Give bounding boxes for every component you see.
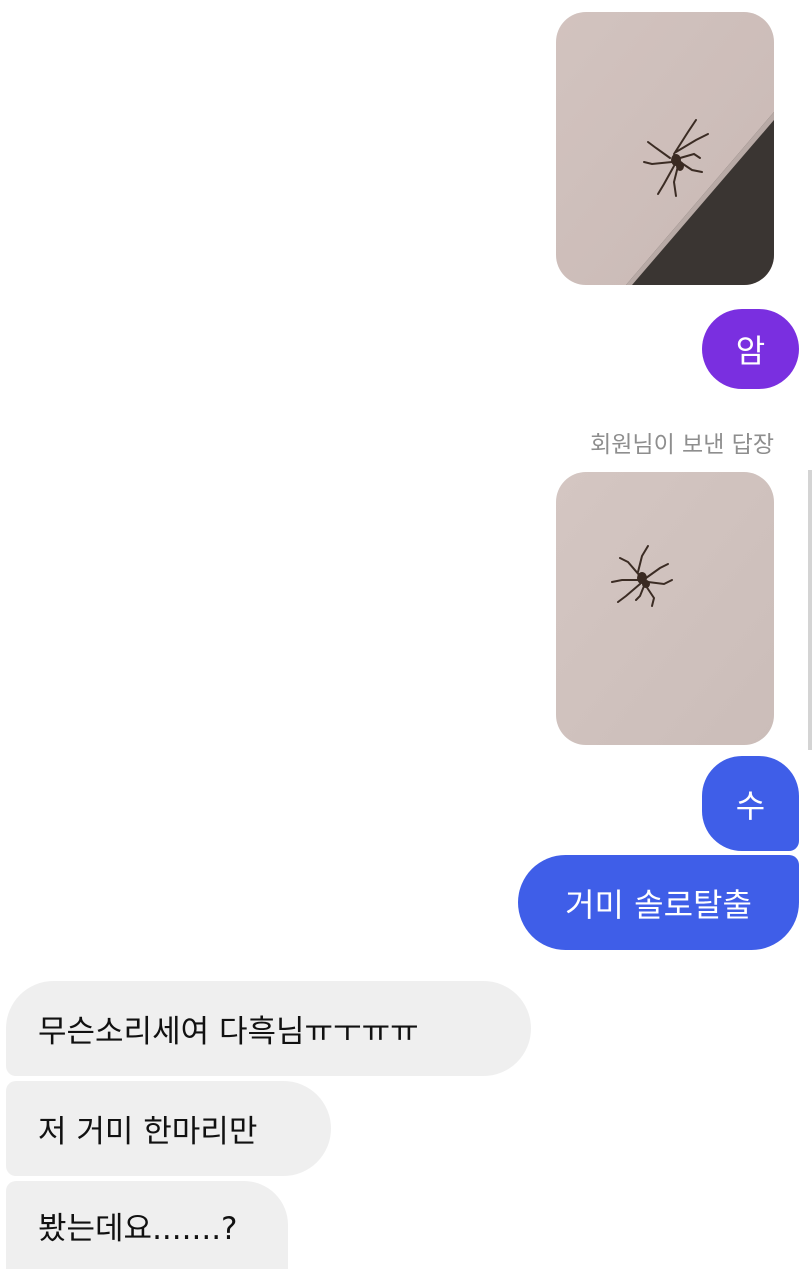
scroll-edge	[808, 470, 812, 750]
message-text: 저 거미 한마리만	[38, 1114, 258, 1150]
sent-message-spider-solo-escape[interactable]: 거미 솔로탈출	[518, 855, 799, 950]
sent-photo-spider-2[interactable]	[556, 472, 774, 745]
reply-caption: 회원님이 보낸 답장	[590, 432, 774, 458]
message-text: 암	[735, 332, 766, 370]
sent-message-am[interactable]: 암	[702, 309, 799, 389]
message-text: 거미 솔로탈출	[565, 885, 752, 924]
received-message-2[interactable]: 저 거미 한마리만	[6, 1081, 331, 1176]
received-message-3[interactable]: 봤는데요.......?	[6, 1181, 288, 1269]
sent-photo-spider-1[interactable]	[556, 12, 774, 285]
message-text: 무슨소리세여 다흑님ㅠㅜㅠㅠ	[38, 1014, 419, 1050]
chat-thread: 암 회원님이 보낸 답장 수 거미 솔로탈출 무슨소리세여 다흑님ㅠㅜㅠㅠ 저 …	[0, 0, 812, 1269]
message-text: 수	[735, 786, 766, 825]
sent-message-su[interactable]: 수	[702, 756, 799, 851]
received-message-1[interactable]: 무슨소리세여 다흑님ㅠㅜㅠㅠ	[6, 981, 531, 1076]
message-text: 봤는데요.......?	[38, 1210, 238, 1247]
